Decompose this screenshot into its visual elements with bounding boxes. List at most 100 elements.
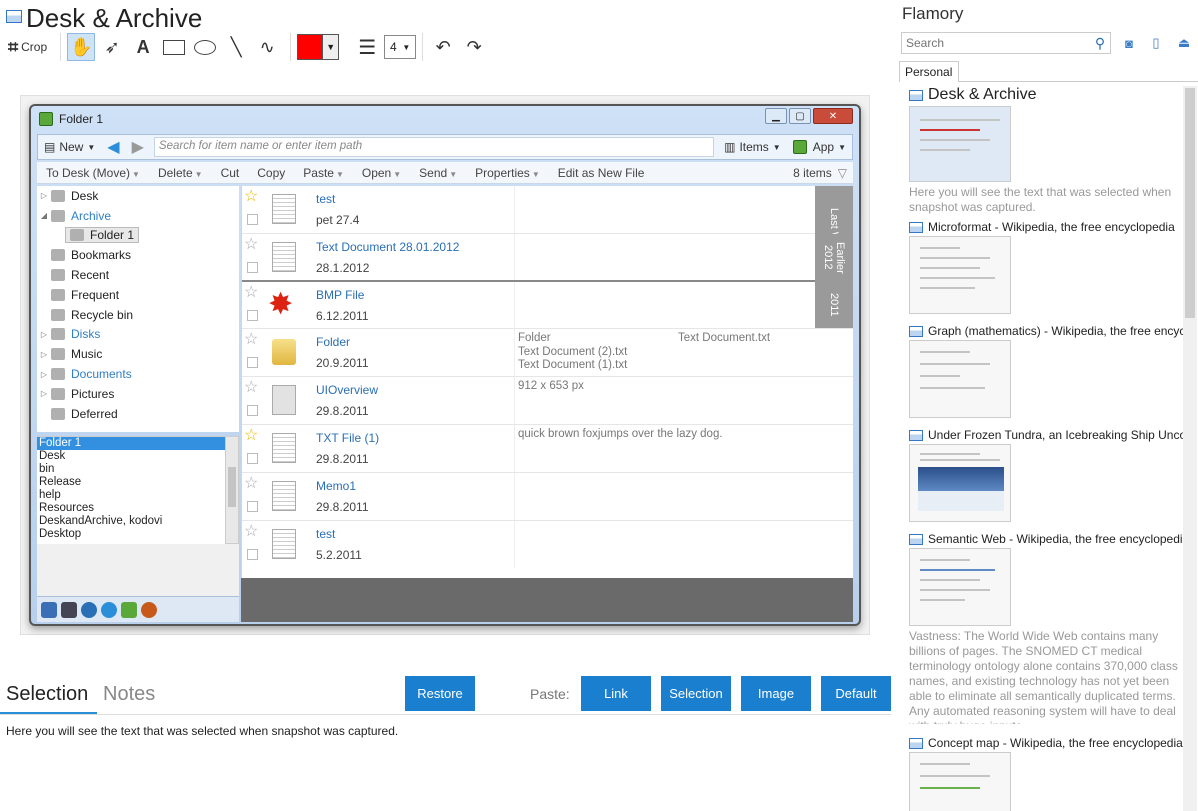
disk-icon [51, 328, 65, 341]
snapshot-item[interactable]: Semantic Web - Wikipedia, the free encyc… [909, 532, 1183, 724]
thumb-line [920, 453, 980, 455]
restore-button[interactable]: Restore [405, 676, 475, 711]
info-line: 912 x 653 px [518, 380, 584, 393]
redo-button[interactable]: ↷ [460, 33, 488, 61]
undo-button[interactable]: ↶ [429, 33, 457, 61]
tree-node-bookmarks: Bookmarks [37, 245, 239, 265]
sidebar-scrollbar[interactable] [1183, 86, 1197, 811]
ellipse-tool-button[interactable] [191, 33, 219, 61]
tab-notes[interactable]: Notes [103, 683, 155, 706]
crop-label: Crop [21, 40, 48, 54]
cmd-edit-as-new: Edit as New File [557, 165, 645, 180]
snapshot-item[interactable]: Under Frozen Tundra, an Icebreaking Ship… [909, 428, 1183, 522]
star-icon: ☆ [244, 235, 259, 253]
color-swatch [298, 35, 324, 59]
info-line: quick brown foxjumps over the lazy dog. [518, 427, 723, 440]
cmd-send: Send ▼ [410, 166, 466, 180]
snapshot-title-row: Desk & Archive [909, 86, 1183, 104]
snapshot-thumbnail [909, 340, 1011, 418]
freehand-tool-button[interactable]: ∿ [253, 33, 281, 61]
text-tool-button[interactable]: A [129, 33, 157, 61]
cmd-paste: Paste ▼ [294, 166, 353, 180]
line-width-icon: ☰ [358, 36, 377, 59]
line-width-select[interactable]: 4 ▼ [384, 35, 417, 59]
command-bar: To Desk (Move) ▼ Delete ▼ Cut Copy Paste ▼ … [37, 162, 853, 184]
color-picker[interactable]: ▼ [297, 34, 340, 60]
chevron-down-icon: ▼ [393, 169, 402, 179]
column-divider [514, 329, 515, 377]
paste-image-button[interactable]: Image [741, 676, 811, 711]
column-divider [514, 281, 515, 329]
tree-label: Folder 1 [90, 228, 135, 243]
thumb-line [920, 775, 990, 777]
sidebar-title: Flamory [902, 4, 964, 23]
app-icon [121, 601, 137, 618]
new-icon: ▤ [44, 140, 56, 154]
tree-label: Deferred [71, 406, 118, 421]
cmd-delete: Delete ▼ [149, 166, 212, 180]
document-icon [272, 432, 296, 463]
spreadsheet-icon [272, 528, 296, 559]
table-row: ☆ UIOverview 29.8.2011 912 x 653 px [242, 377, 853, 425]
line-tool-button[interactable]: ╲ [222, 33, 250, 61]
list-item: Release [39, 476, 82, 488]
paste-selection-button[interactable]: Selection [661, 676, 731, 711]
window-icon [909, 429, 923, 441]
toolbar-divider [422, 33, 424, 61]
item-count: 8 items ▽ [784, 166, 853, 180]
paste-default-button[interactable]: Default [821, 676, 891, 711]
item-list-empty-area [241, 578, 853, 622]
item-name: TXT File (1) [316, 430, 380, 445]
bin-icon [51, 308, 65, 321]
list-item: Resources [39, 502, 94, 514]
search-input[interactable] [901, 32, 1111, 54]
chevron-down-icon: ▼ [323, 35, 339, 59]
item-name: test [316, 526, 336, 541]
cmd-label: Open [361, 165, 392, 180]
thumb-line [920, 589, 990, 591]
rectangle-tool-button[interactable] [160, 33, 188, 61]
search-icon[interactable]: ⚲ [1090, 33, 1110, 53]
crop-button[interactable]: ⌗ Crop [4, 33, 51, 61]
list-scrollbar [225, 436, 239, 544]
document-icon[interactable]: ▯ [1147, 34, 1165, 52]
snapshot-description: Here you will see the text that was sele… [909, 185, 1172, 214]
tree-label: Disks [71, 327, 101, 342]
new-menu: ▤ New ▼ [38, 140, 101, 154]
snapshot-list: Desk & Archive Here you will see the tex… [905, 86, 1183, 811]
snapshot-item[interactable]: Desk & Archive Here you will see the tex… [909, 86, 1183, 215]
captured-window: Folder 1 ▁ ▢ ✕ ▤ New ▼ ◀ ▶ Search for item… [29, 104, 861, 626]
camera-icon[interactable]: ◙ [1120, 34, 1138, 52]
tab-selection[interactable]: Selection [6, 683, 88, 706]
items-menu: ▥ Items ▼ [718, 140, 787, 154]
paste-label: Paste: [530, 686, 570, 702]
thumb-line [920, 787, 980, 789]
window-icon [6, 10, 22, 23]
scrollbar-thumb[interactable] [1185, 88, 1195, 318]
hand-tool-button[interactable]: ✋ [67, 33, 96, 61]
path-list: Folder 1 Desk bin Release help Resources… [37, 436, 225, 544]
snapshot-title-row: Graph (mathematics) - Wikipedia, the fre… [909, 324, 1183, 338]
tree-node-archive: ◢ Archive [37, 206, 239, 226]
expand-icon: ▷ [40, 369, 48, 379]
snapshot-description: Vastness: The World Wide Web contains ma… [909, 629, 1178, 724]
chevron-down-icon: ▼ [772, 142, 781, 152]
pen-icon [51, 189, 65, 202]
thumb-line [920, 363, 990, 365]
snapshot-thumbnail [909, 236, 1011, 314]
thumb-line [920, 277, 995, 279]
expand-icon: ▷ [40, 389, 48, 399]
snapshot-item[interactable]: Microformat - Wikipedia, the free encycl… [909, 220, 1183, 314]
star-icon: ☆ [244, 283, 259, 301]
select-tool-button[interactable]: ➶ [98, 33, 126, 61]
cmd-label: Paste [303, 165, 334, 180]
snapshot-item[interactable]: Graph (mathematics) - Wikipedia, the fre… [909, 324, 1183, 418]
column-divider [514, 233, 515, 280]
checkbox-icon [247, 405, 258, 417]
snapshot-image[interactable]: Folder 1 ▁ ▢ ✕ ▤ New ▼ ◀ ▶ Search for item… [20, 95, 870, 635]
paste-link-button[interactable]: Link [581, 676, 651, 711]
chevron-down-icon: ▼ [531, 169, 540, 179]
collapse-up-icon[interactable]: ⏏ [1175, 34, 1193, 52]
snapshot-item[interactable]: Concept map - Wikipedia, the free encycl… [909, 736, 1183, 811]
tab-personal[interactable]: Personal [899, 61, 959, 82]
